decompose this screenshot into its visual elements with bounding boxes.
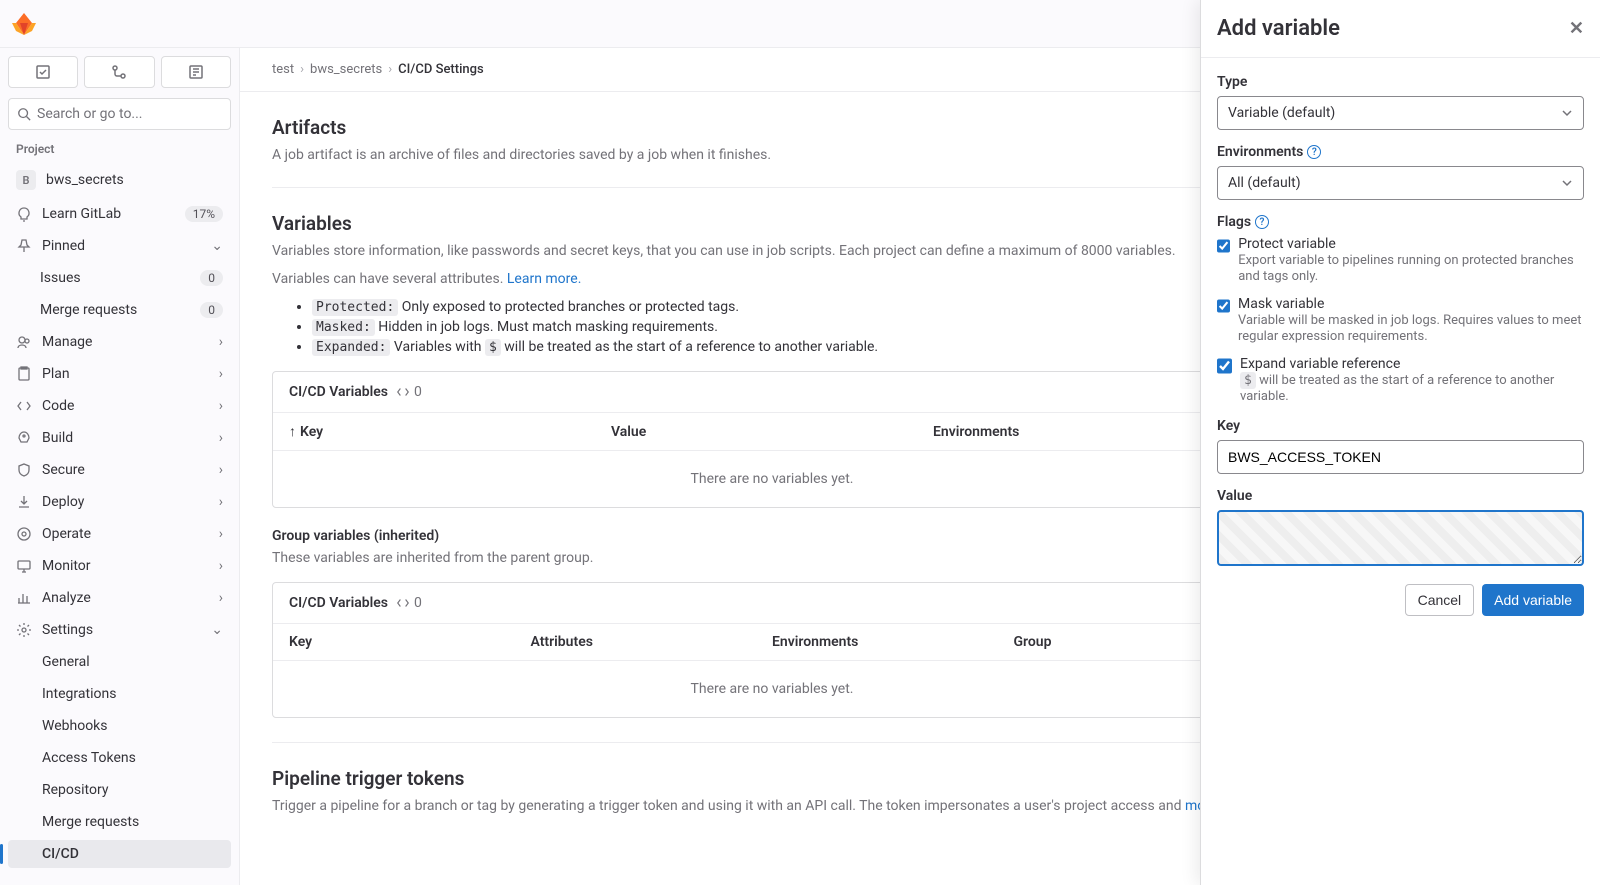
key-label: Key [1217,418,1584,434]
shield-icon [16,462,32,478]
add-variable-drawer: Add variable ✕ Type Variable (default) E… [1200,0,1600,885]
sidebar-item-secure[interactable]: Secure› [8,456,231,484]
chevron-down-icon [1561,107,1573,119]
sidebar-item-settings[interactable]: Settings⌄ [8,616,231,644]
rocket-icon [16,430,32,446]
col-env2[interactable]: Environments [772,634,1014,650]
sidebar-item-tokens[interactable]: Access Tokens [8,744,231,772]
env-select[interactable]: All (default) [1217,166,1584,200]
artifacts-desc: A job artifact is an archive of files an… [272,147,1272,163]
artifacts-section: Artifacts A job artifact is an archive o… [272,92,1272,188]
search-icon [17,107,31,121]
sidebar-item-learn[interactable]: Learn GitLab 17% [8,200,231,228]
variables-desc1: Variables store information, like passwo… [272,243,1272,259]
group-vars-title: Group variables (inherited) [272,528,1272,544]
type-select[interactable]: Variable (default) [1217,96,1584,130]
chevron-right-icon: › [219,334,223,350]
gear-icon [16,622,32,638]
sidebar-item-cicd[interactable]: CI/CD [8,840,231,868]
breadcrumb-project[interactable]: bws_secrets [310,62,382,77]
learn-more-link[interactable]: Learn more. [507,271,582,287]
col-attr[interactable]: Attributes [531,634,773,650]
env-label: Environments [1217,144,1303,160]
group-vars-desc: These variables are inherited from the p… [272,550,1272,566]
issue-button[interactable] [161,56,231,88]
col-key2[interactable]: Key [289,634,531,650]
sidebar-item-pinned[interactable]: Pinned ⌄ [8,232,231,260]
sidebar: Search or go to... Project B bws_secrets… [0,48,240,885]
project-avatar: B [16,170,36,190]
sidebar-item-mrs[interactable]: Merge requests 0 [8,296,231,324]
triggers-title: Pipeline trigger tokens [272,767,1272,790]
sidebar-item-monitor[interactable]: Monitor› [8,552,231,580]
chart-icon [16,590,32,606]
sidebar-item-operate[interactable]: Operate› [8,520,231,548]
chevron-down-icon: ⌄ [211,238,223,254]
drawer-title: Add variable [1217,16,1340,41]
code-icon [396,385,410,399]
deploy-icon [16,494,32,510]
sidebar-item-general[interactable]: General [8,648,231,676]
sidebar-item-manage[interactable]: Manage› [8,328,231,356]
users-icon [16,334,32,350]
gitlab-logo[interactable] [12,12,36,36]
search-placeholder: Search or go to... [37,106,143,122]
triggers-section: Pipeline trigger tokens Trigger a pipeli… [272,743,1272,838]
empty-state: There are no variables yet. [273,451,1271,507]
add-variable-button[interactable]: Add variable [1482,584,1584,616]
operate-icon [16,526,32,542]
expand-checkbox[interactable] [1217,358,1232,374]
value-textarea[interactable] [1217,510,1584,566]
artifacts-title: Artifacts [272,116,1272,139]
sidebar-item-code[interactable]: Code› [8,392,231,420]
sidebar-item-repository[interactable]: Repository [8,776,231,804]
sidebar-item-issues[interactable]: Issues 0 [8,264,231,292]
code-icon [16,398,32,414]
close-icon[interactable]: ✕ [1569,18,1584,39]
sort-asc-icon: ↑ [289,423,296,440]
flags-label: Flags [1217,214,1251,230]
sidebar-item-deploy[interactable]: Deploy› [8,488,231,516]
chevron-down-icon [1561,177,1573,189]
cancel-button[interactable]: Cancel [1405,584,1475,616]
col-value[interactable]: Value [611,423,933,440]
clipboard-icon [16,366,32,382]
value-label: Value [1217,488,1584,504]
pin-icon [16,238,32,254]
variables-section: Variables Variables store information, l… [272,188,1272,743]
monitor-icon [16,558,32,574]
sidebar-item-integrations[interactable]: Integrations [8,680,231,708]
todo-button[interactable] [8,56,78,88]
sidebar-item-webhooks[interactable]: Webhooks [8,712,231,740]
sidebar-item-build[interactable]: Build› [8,424,231,452]
mr-button[interactable] [84,56,154,88]
sidebar-item-plan[interactable]: Plan› [8,360,231,388]
protect-checkbox[interactable] [1217,238,1230,254]
variables-title: Variables [272,212,1272,235]
chevron-down-icon: ⌄ [211,622,223,638]
project-name: bws_secrets [46,172,223,188]
empty-state2: There are no variables yet. [273,661,1271,717]
bulb-icon [16,206,32,222]
mask-checkbox[interactable] [1217,298,1230,314]
project-vars-card: CI/CD Variables 0 ↑Key Value Environment… [272,371,1272,508]
breadcrumb-test[interactable]: test [272,62,294,77]
key-input[interactable] [1217,440,1584,474]
help-icon[interactable]: ? [1307,145,1321,159]
search-input[interactable]: Search or go to... [8,98,231,130]
help-icon[interactable]: ? [1255,215,1269,229]
sidebar-item-analyze[interactable]: Analyze› [8,584,231,612]
sidebar-item-merge[interactable]: Merge requests [8,808,231,836]
col-key[interactable]: ↑Key [289,423,611,440]
group-vars-card: CI/CD Variables 0 Key Attributes Environ… [272,582,1272,718]
type-label: Type [1217,74,1584,90]
project-heading: Project [8,134,231,160]
sidebar-item-project[interactable]: B bws_secrets [8,164,231,196]
code-icon [396,596,410,610]
breadcrumb-current: CI/CD Settings [398,62,484,77]
